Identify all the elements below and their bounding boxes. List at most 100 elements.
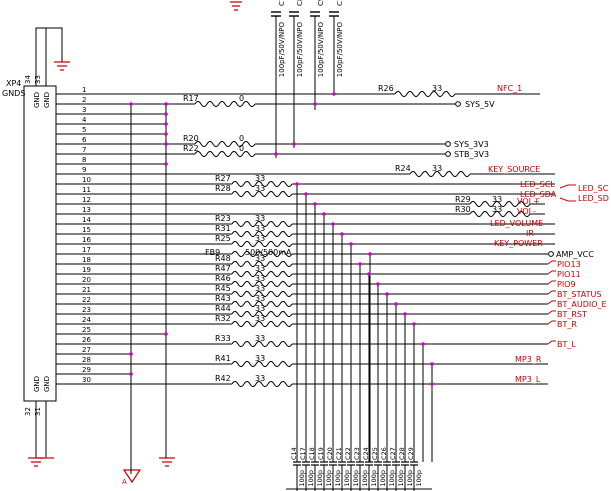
- connector-top-pin: 34: [24, 75, 32, 84]
- led-port-arrow: [559, 184, 576, 202]
- resistor-ref: R41: [215, 354, 231, 363]
- capacitor-ref: C14: [290, 447, 298, 460]
- capacitor-value: 100p: [361, 470, 369, 487]
- resistor-ref: R17: [183, 94, 199, 103]
- capacitor-ref: C20: [326, 447, 334, 460]
- pin-number: 16: [82, 236, 91, 244]
- net-arrow: [547, 300, 556, 305]
- net-label: SYS_3V3: [454, 140, 489, 149]
- capacitor-value: 100p: [316, 470, 324, 487]
- net-label: KEY_SOURCE: [488, 165, 540, 174]
- label-layer: 1234567891011121314151617181920212223242…: [82, 0, 609, 487]
- net-label: NFC_1: [497, 84, 522, 93]
- junction-dot: [322, 212, 326, 216]
- port-label: LED_SD: [578, 194, 609, 203]
- resistor-value: 33: [255, 234, 265, 243]
- resistor-r26: [394, 91, 456, 97]
- net-label: KEY_POWER: [494, 239, 543, 248]
- ground-symbols: [28, 1, 242, 484]
- net-label: LED_SCL: [520, 180, 555, 189]
- net-arrow: [547, 290, 556, 295]
- capacitor-ref: C7: [278, 0, 286, 6]
- capacitor-ref: C25: [371, 447, 379, 460]
- ground-icon: [28, 457, 44, 467]
- junction-dot: [331, 222, 335, 226]
- pin-number: 5: [82, 126, 86, 134]
- resistor-value: 33: [255, 214, 265, 223]
- resistor-ref: R44: [215, 304, 231, 313]
- resistor-value: 33: [255, 264, 265, 273]
- resistor-value: 0: [239, 94, 244, 103]
- capacitor-value: 100p: [415, 470, 423, 487]
- ground-icon: [230, 1, 242, 11]
- resistor-ref: R45: [215, 284, 231, 293]
- resistor-ref: R25: [215, 234, 231, 243]
- capacitor-ref: C26: [380, 447, 388, 460]
- resistor-ref: R42: [215, 374, 231, 383]
- resistor-value: 0: [239, 144, 244, 153]
- resistor-ref: R29: [455, 195, 471, 204]
- connector-gnd-label: GND: [43, 376, 51, 392]
- resistor-r20: [194, 141, 256, 147]
- junction-dot: [164, 162, 168, 166]
- pin-number: 19: [82, 266, 91, 274]
- net-label: MP3_L: [515, 375, 541, 384]
- net-arrow: [547, 280, 556, 285]
- junction-dot: [292, 142, 296, 146]
- resistor-ref: R43: [215, 294, 231, 303]
- capacitor-ref: C23: [353, 447, 361, 460]
- capacitor-value: 100p: [388, 470, 396, 487]
- capacitor-value: 100p: [325, 470, 333, 487]
- pin-number: 13: [82, 206, 91, 214]
- ground-label: A: [122, 478, 127, 486]
- resistor-ref: R26: [378, 84, 394, 93]
- net-arrow: [547, 310, 556, 315]
- capacitor-value: 100p: [379, 470, 387, 487]
- resistor-value: 33: [255, 334, 265, 343]
- pin-number: 27: [82, 346, 91, 354]
- net-arrow: [547, 320, 556, 325]
- junction-dot: [349, 242, 353, 246]
- net-label: LED_VOLUME: [490, 219, 543, 228]
- pin-number: 30: [82, 376, 91, 384]
- pin-number: 12: [82, 196, 91, 204]
- net-arrow: [547, 340, 556, 345]
- connector-bottom-pin: 31: [34, 407, 42, 416]
- capacitor-ref: C21: [335, 447, 343, 460]
- capacitor-value: 100p: [370, 470, 378, 487]
- schematic-diagram: XP4 GNDS GND GND GND GND 34 33 32 31 A 1…: [2, 0, 609, 491]
- net-label: BT_AUDIO_E: [557, 300, 607, 309]
- capacitor-value: 100p: [352, 470, 360, 487]
- capacitor-ref: C28: [398, 447, 406, 460]
- resistor-ref: R32: [215, 314, 231, 323]
- pin-number: 7: [82, 146, 86, 154]
- pin-number: 26: [82, 336, 91, 344]
- net-label: PIO11: [557, 270, 581, 279]
- pin-number: 2: [82, 96, 86, 104]
- net-label: PIO9: [557, 280, 576, 289]
- resistor-value: 33: [255, 284, 265, 293]
- connector-name: GNDS: [2, 89, 25, 98]
- junction-dot: [358, 262, 362, 266]
- pin-number: 9: [82, 166, 86, 174]
- junction-dot: [164, 332, 168, 336]
- pin-number: 11: [82, 186, 91, 194]
- junction-dot: [164, 122, 168, 126]
- junction-dot: [421, 342, 425, 346]
- junction-dot: [313, 102, 317, 106]
- resistor-r22: [194, 151, 256, 157]
- resistor-value: 33: [255, 314, 265, 323]
- junction-dot: [394, 302, 398, 306]
- pin-number: 8: [82, 156, 86, 164]
- resistor-value: 33: [492, 205, 502, 214]
- junction-dot: [274, 152, 278, 156]
- capacitor-value: 100p: [343, 470, 351, 487]
- resistor-value: 33: [255, 304, 265, 313]
- net-label: BT_STATUS: [557, 290, 601, 299]
- resistor-value: 33: [255, 294, 265, 303]
- pin-number: 21: [82, 286, 91, 294]
- resistor-ref: R22: [183, 144, 199, 153]
- capacitor-ref: C10: [336, 0, 344, 6]
- resistor-value: 33: [255, 174, 265, 183]
- resistor-ref: R30: [455, 205, 471, 214]
